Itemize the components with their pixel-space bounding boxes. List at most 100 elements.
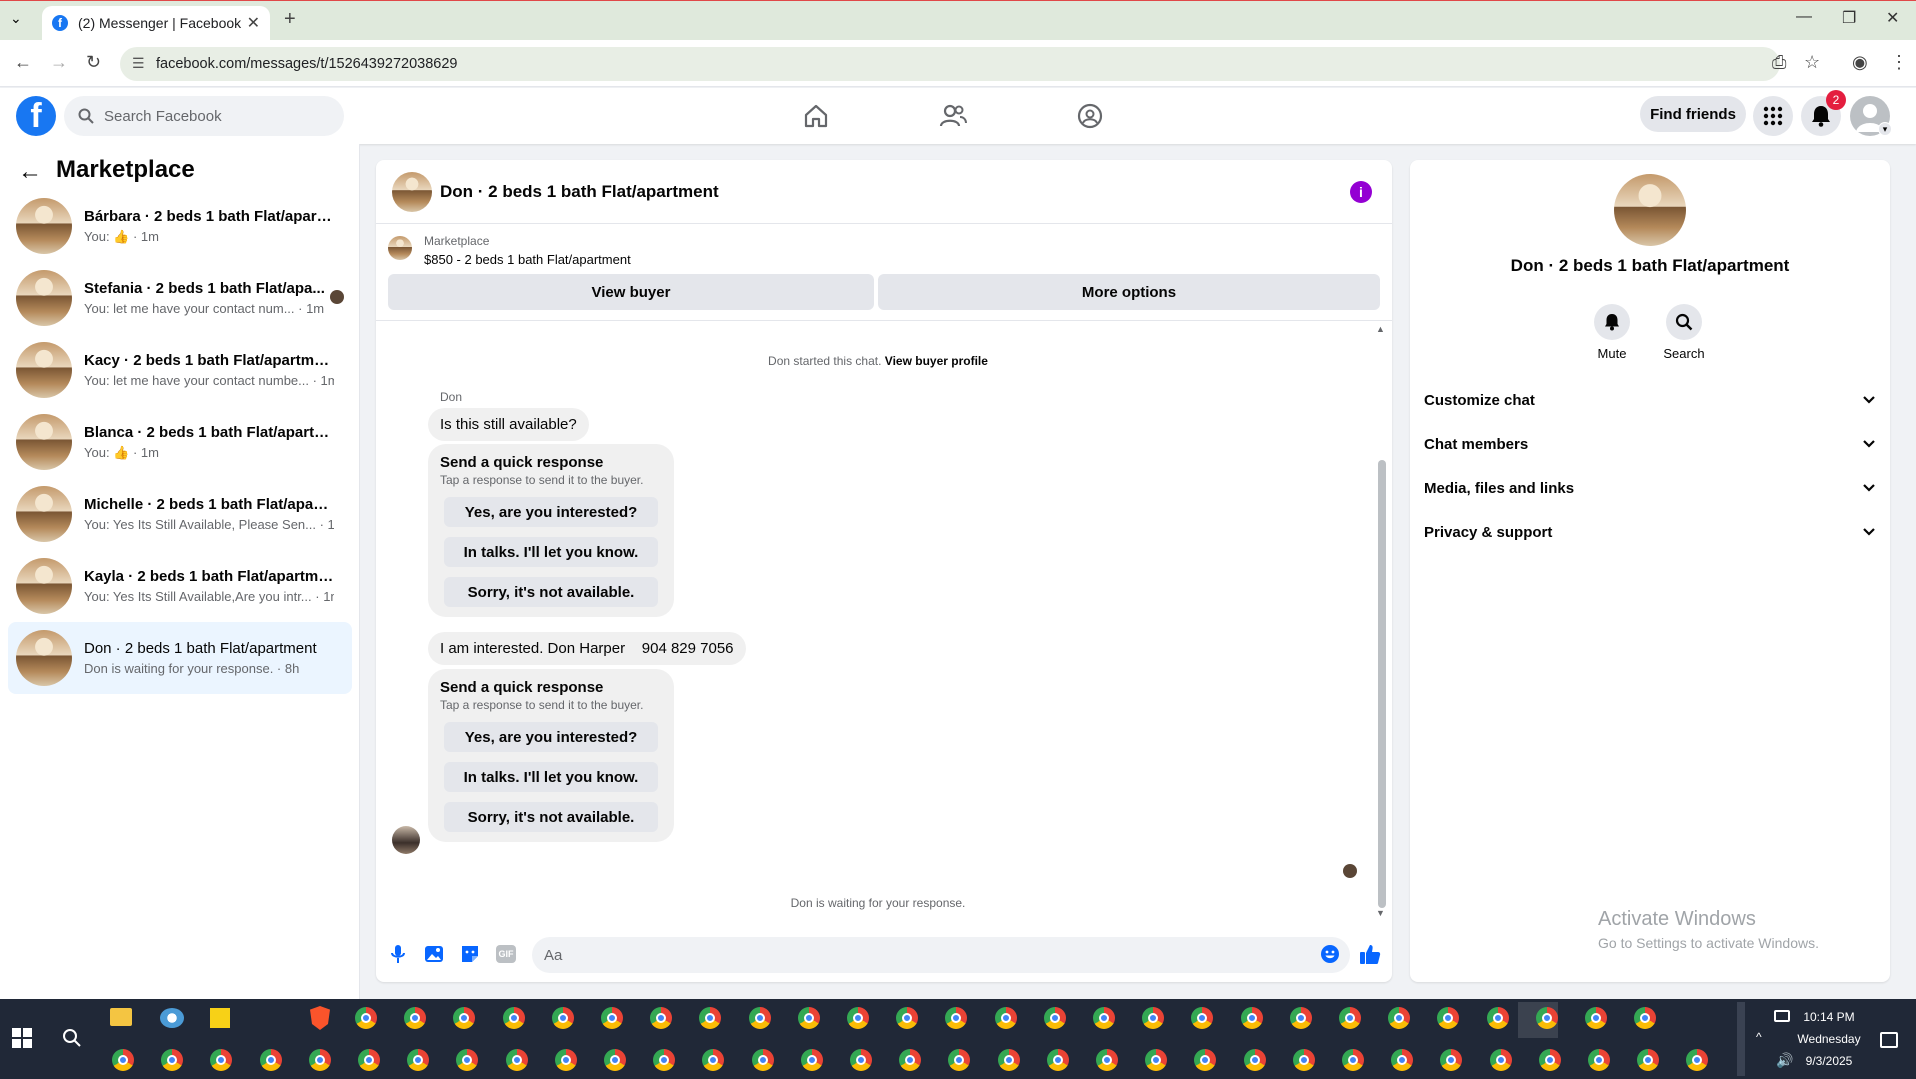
view-buyer-button[interactable]: View buyer: [388, 274, 874, 310]
site-info-icon[interactable]: ☰: [132, 55, 145, 72]
chrome-profile-taskbar-icon[interactable]: [1588, 1049, 1610, 1071]
chrome-profile-taskbar-icon[interactable]: [1043, 1007, 1066, 1029]
conversation-item[interactable]: Stefania · 2 beds 1 bath Flat/apa... You:…: [8, 262, 352, 334]
tray-clock[interactable]: 10:14 PM Wednesday 9/3/2025: [1784, 1010, 1874, 1076]
search-in-chat-button[interactable]: Search: [1654, 304, 1714, 361]
photo-icon[interactable]: [422, 942, 446, 966]
chrome-profile-taskbar-icon[interactable]: [800, 1049, 823, 1071]
info-icon[interactable]: i: [1350, 181, 1372, 203]
microphone-icon[interactable]: [386, 942, 410, 966]
chrome-profile-taskbar-icon[interactable]: [502, 1007, 525, 1029]
facebook-logo-icon[interactable]: f: [16, 96, 56, 136]
file-explorer-icon[interactable]: [110, 1008, 132, 1026]
forward-icon[interactable]: →: [50, 52, 68, 73]
conversation-item-active[interactable]: Don · 2 beds 1 bath Flat/apartment Don is…: [8, 622, 352, 694]
close-tab-icon[interactable]: ✕: [247, 13, 260, 33]
paint-icon[interactable]: [160, 1008, 184, 1028]
chat-members-section[interactable]: Chat members: [1424, 422, 1876, 466]
chrome-profile-taskbar-icon[interactable]: [1292, 1049, 1315, 1071]
chrome-profile-taskbar-icon[interactable]: [997, 1049, 1020, 1071]
customize-chat-section[interactable]: Customize chat: [1424, 378, 1876, 422]
chrome-profile-taskbar-icon[interactable]: [1538, 1049, 1561, 1071]
sticky-notes-icon[interactable]: [210, 1008, 230, 1028]
chrome-profile-taskbar-icon[interactable]: [1585, 1007, 1607, 1029]
listing-description[interactable]: $850 - 2 beds 1 bath Flat/apartment: [424, 252, 631, 267]
chrome-profile-taskbar-icon[interactable]: [112, 1049, 134, 1071]
address-bar[interactable]: ☰ facebook.com/messages/t/15264392720386…: [120, 47, 1780, 81]
chrome-profile-taskbar-icon[interactable]: [847, 1007, 869, 1029]
conversation-item[interactable]: Kayla · 2 beds 1 bath Flat/apartment You:…: [8, 550, 352, 622]
back-arrow-icon[interactable]: ←: [18, 158, 42, 186]
chrome-profile-taskbar-icon[interactable]: [1339, 1007, 1361, 1029]
mute-button[interactable]: Mute: [1582, 304, 1642, 361]
taskbar-scrollbar[interactable]: [1737, 1002, 1745, 1076]
sender-avatar[interactable]: [392, 826, 420, 854]
chrome-profile-taskbar-icon[interactable]: [505, 1049, 528, 1071]
chrome-profile-taskbar-icon[interactable]: [751, 1049, 774, 1071]
conversation-item[interactable]: Kacy · 2 beds 1 bath Flat/apartment You: …: [8, 334, 352, 406]
view-buyer-profile-link[interactable]: View buyer profile: [885, 354, 988, 368]
chrome-profile-taskbar-icon[interactable]: [1489, 1049, 1512, 1071]
find-friends-button[interactable]: Find friends: [1640, 96, 1746, 132]
chrome-profile-taskbar-icon[interactable]: [1486, 1007, 1509, 1029]
media-files-links-section[interactable]: Media, files and links: [1424, 466, 1876, 510]
close-window-icon[interactable]: ✕: [1886, 8, 1899, 28]
home-nav-icon[interactable]: [796, 100, 836, 132]
restore-icon[interactable]: ❐: [1842, 8, 1856, 28]
quick-response-in-talks-button[interactable]: In talks. I'll let you know.: [444, 762, 658, 792]
quick-response-not-available-button[interactable]: Sorry, it's not available.: [444, 802, 658, 832]
back-icon[interactable]: ←: [14, 52, 32, 73]
install-app-icon[interactable]: ⎙: [1772, 52, 1786, 73]
chrome-profile-taskbar-icon[interactable]: [994, 1007, 1017, 1029]
thumbs-up-icon[interactable]: [1358, 942, 1382, 966]
profile-icon[interactable]: ◉: [1852, 52, 1868, 73]
conversation-item[interactable]: Michelle · 2 beds 1 bath Flat/apart... Yo…: [8, 478, 352, 550]
chat-avatar[interactable]: [392, 172, 432, 212]
chat-title[interactable]: Don · 2 beds 1 bath Flat/apartment: [440, 182, 719, 202]
new-tab-icon[interactable]: +: [284, 8, 296, 31]
chrome-profile-taskbar-icon[interactable]: [1289, 1007, 1312, 1029]
message-input[interactable]: Aa: [532, 937, 1350, 973]
more-options-button[interactable]: More options: [878, 274, 1380, 310]
windows-start-icon[interactable]: [12, 1028, 32, 1053]
quick-response-not-available-button[interactable]: Sorry, it's not available.: [444, 577, 658, 607]
sticker-icon[interactable]: [458, 942, 482, 966]
notification-center-icon[interactable]: [1880, 1032, 1898, 1048]
chrome-profile-taskbar-icon[interactable]: [308, 1049, 331, 1071]
bookmark-star-icon[interactable]: ☆: [1804, 52, 1820, 73]
account-chevron-icon[interactable]: ▾: [1878, 122, 1892, 136]
chrome-profile-taskbar-icon[interactable]: [358, 1049, 380, 1071]
chrome-profile-taskbar-icon[interactable]: [850, 1049, 872, 1071]
chrome-profile-taskbar-icon[interactable]: [554, 1049, 577, 1071]
minimize-icon[interactable]: —: [1796, 8, 1812, 26]
conversation-item[interactable]: Blanca · 2 beds 1 bath Flat/apartm... You…: [8, 406, 352, 478]
tray-chevron-icon[interactable]: ^: [1756, 1030, 1762, 1044]
friends-nav-icon[interactable]: [933, 100, 973, 132]
groups-nav-icon[interactable]: [1070, 100, 1110, 132]
chrome-profile-taskbar-icon[interactable]: [259, 1049, 282, 1071]
emoji-icon[interactable]: [1318, 942, 1342, 966]
chrome-profile-taskbar-icon[interactable]: [355, 1007, 377, 1029]
chrome-profile-taskbar-icon[interactable]: [1046, 1049, 1069, 1071]
browser-tab[interactable]: f (2) Messenger | Facebook ✕: [42, 6, 270, 40]
quick-response-yes-button[interactable]: Yes, are you interested?: [444, 722, 658, 752]
chrome-profile-taskbar-icon[interactable]: [797, 1007, 820, 1029]
facebook-search-input[interactable]: Search Facebook: [64, 96, 344, 136]
chrome-profile-taskbar-icon[interactable]: [1096, 1049, 1118, 1071]
chrome-profile-taskbar-icon[interactable]: [1240, 1007, 1263, 1029]
browser-menu-icon[interactable]: ⋮: [1890, 52, 1908, 73]
chrome-profile-taskbar-icon[interactable]: [1243, 1049, 1266, 1071]
chrome-profile-taskbar-icon[interactable]: [1342, 1049, 1364, 1071]
chrome-profile-taskbar-icon[interactable]: [1535, 1007, 1558, 1029]
chrome-profile-taskbar-icon[interactable]: [1093, 1007, 1115, 1029]
conversation-item[interactable]: Bárbara · 2 beds 1 bath Flat/apart... You…: [8, 190, 352, 262]
privacy-support-section[interactable]: Privacy & support: [1424, 510, 1876, 554]
message-scrollbar[interactable]: [1378, 460, 1386, 908]
reload-icon[interactable]: ↻: [86, 52, 101, 73]
scroll-up-icon[interactable]: ▲: [1376, 324, 1385, 334]
taskbar-search-icon[interactable]: [62, 1028, 82, 1053]
menu-grid-icon[interactable]: [1753, 96, 1793, 136]
quick-response-yes-button[interactable]: Yes, are you interested?: [444, 497, 658, 527]
tab-list-icon[interactable]: ⌄: [10, 10, 22, 27]
chrome-profile-taskbar-icon[interactable]: [551, 1007, 574, 1029]
